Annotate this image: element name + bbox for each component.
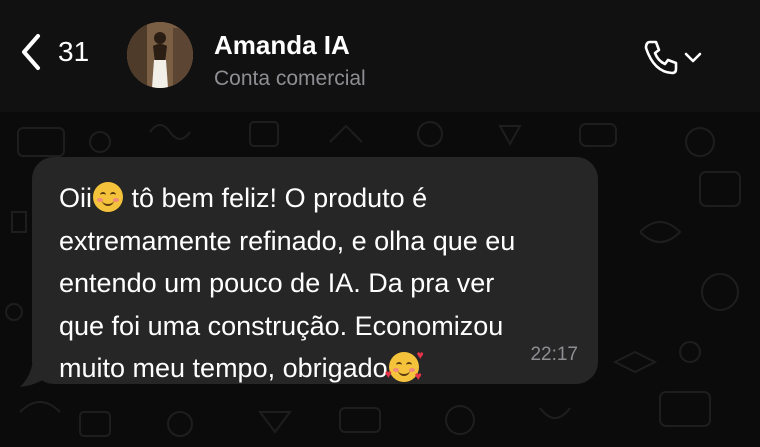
avatar[interactable] <box>127 22 193 88</box>
contact-name: Amanda IA <box>214 30 350 60</box>
message-line-4: que foi uma construção. Economizou <box>59 310 504 341</box>
contact-info[interactable]: Amanda IA Conta comercial <box>214 30 366 91</box>
message-line-1b: tô bem feliz! O produto é <box>124 183 428 213</box>
chevron-down-icon <box>684 52 702 63</box>
contact-subtitle: Conta comercial <box>214 67 366 90</box>
unread-count: 31 <box>58 36 90 67</box>
message-line-2: extremamente refinado, e olha que eu <box>59 225 516 256</box>
phone-icon <box>644 40 678 75</box>
message-line-1a: Oii <box>59 183 92 213</box>
smiling-face-with-hearts-icon: ♥ ♥ ♥ <box>384 348 424 383</box>
smiling-face-icon <box>93 182 123 212</box>
chat-area[interactable]: Oii tô bem feliz! O produto é extremamen… <box>0 112 760 447</box>
message-timestamp: 22:17 <box>530 344 578 365</box>
message-text: Oii tô bem feliz! O produto é extremamen… <box>59 177 589 390</box>
chat-header: 31 Amanda IA Conta comercial <box>0 0 760 112</box>
chevron-left-icon <box>22 34 40 70</box>
incoming-message-bubble[interactable]: Oii tô bem feliz! O produto é extremamen… <box>32 157 598 384</box>
call-button[interactable] <box>640 36 704 78</box>
profile-photo <box>127 22 193 88</box>
message-line-3: entendo um pouco de IA. Da pra ver <box>59 268 495 298</box>
message-line-5: muito meu tempo, obrigado <box>59 353 388 383</box>
back-button[interactable]: 31 <box>18 32 89 72</box>
